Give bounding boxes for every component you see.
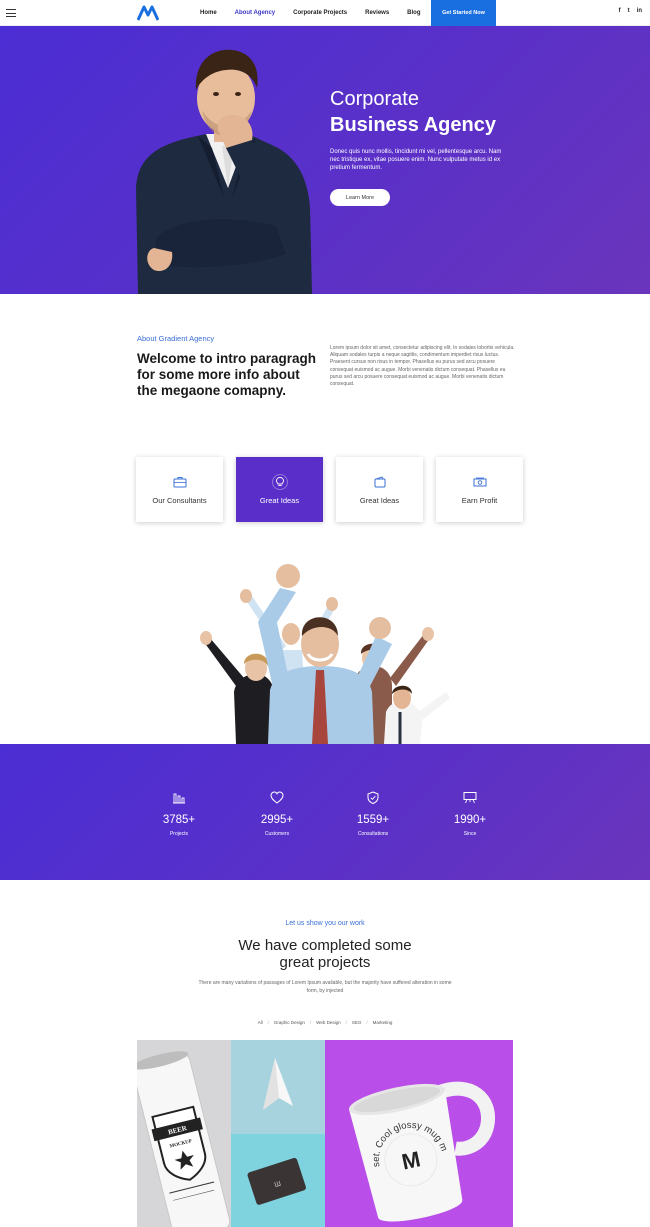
nav-reviews[interactable]: Reviews: [365, 10, 389, 16]
menu-icon[interactable]: [6, 9, 16, 17]
hero-section: Corporate Business Agency Donec quis nun…: [0, 26, 650, 294]
filter-graphic-design[interactable]: Graphic Design: [274, 1020, 305, 1025]
heart-icon: [247, 791, 307, 805]
wallet-icon: [372, 474, 388, 490]
filter-separator: /: [267, 1020, 269, 1025]
celebrating-team-image: [200, 564, 450, 744]
work-title-line2: great projects: [279, 954, 371, 971]
feature-card-great-ideas-active[interactable]: Great Ideas: [236, 457, 323, 522]
feature-card-label: Earn Profit: [461, 496, 498, 505]
shield-icon: [343, 791, 403, 805]
stat-value: 2995+: [260, 814, 294, 826]
filter-separator: /: [309, 1020, 312, 1025]
filter-all[interactable]: All: [258, 1020, 263, 1025]
stat-projects: 3785+ Projects: [149, 791, 209, 837]
work-title-line1: We have completed some: [238, 937, 412, 954]
portfolio-filters: All / Graphic Design / Web Design / SEO …: [0, 1020, 650, 1025]
portfolio-item-mug[interactable]: M set. Cool glossy mug mock-up: [325, 1040, 513, 1227]
stat-value: 3785+: [162, 814, 196, 826]
work-kicker: Let us show you our work: [285, 920, 365, 927]
feature-card-earn-profit[interactable]: Earn Profit: [436, 457, 523, 522]
twitter-icon[interactable]: t: [628, 8, 630, 14]
feature-card-consultants[interactable]: Our Consultants: [136, 457, 223, 522]
nav-home[interactable]: Home: [200, 10, 217, 16]
logo[interactable]: [137, 5, 159, 21]
lightbulb-icon: [271, 474, 288, 490]
stats-section: 3785+ Projects 2995+ Customers 1559+ Con…: [0, 744, 650, 880]
presentation-icon: [440, 791, 500, 805]
linkedin-icon[interactable]: in: [637, 8, 642, 14]
get-started-button[interactable]: Get Started Now: [431, 0, 496, 26]
stat-label: Projects: [169, 831, 189, 837]
filter-marketing[interactable]: Marketing: [373, 1020, 393, 1025]
hero-title-line2: Business Agency: [330, 114, 496, 136]
stat-label: Consultations: [357, 831, 389, 837]
work-description: There are many variations of passages of…: [198, 980, 452, 994]
about-text: Lorem ipsum dolor sit amet, consectetur …: [330, 345, 515, 388]
stat-customers: 2995+ Customers: [247, 791, 307, 837]
nav-corporate-projects[interactable]: Corporate Projects: [293, 10, 347, 16]
feature-card-label: Great Ideas: [359, 496, 400, 505]
portfolio-grid: BEER MOCKUP Ш M set. Cool glossy mug moc…: [137, 1040, 513, 1227]
hero-description: Donec quis nunc mollis, tincidunt mi vel…: [330, 149, 502, 171]
stat-since: 1990+ Since: [440, 791, 500, 837]
stat-consultations: 1559+ Consultations: [343, 791, 403, 837]
filter-seo[interactable]: SEO: [352, 1020, 362, 1025]
nav-about-agency[interactable]: About Agency: [235, 10, 275, 16]
briefcase-icon: [172, 474, 188, 490]
work-title: We have completed some great projects: [0, 937, 650, 971]
portfolio-item-paper-plane[interactable]: [231, 1040, 325, 1134]
filter-separator: /: [366, 1020, 368, 1025]
hero-businessman-image: [136, 49, 312, 294]
feature-card-label: Great Ideas: [259, 496, 300, 505]
about-title: Welcome to intro paragragh for some more…: [137, 351, 317, 398]
portfolio-item-beer-can[interactable]: BEER MOCKUP: [137, 1040, 231, 1227]
nav-blog[interactable]: Blog: [407, 10, 420, 16]
feature-card-label: Our Consultants: [152, 496, 207, 505]
hero-title-line1: Corporate: [330, 88, 419, 110]
learn-more-button[interactable]: Learn More: [330, 189, 390, 206]
stat-value: 1559+: [356, 814, 390, 826]
facebook-icon[interactable]: f: [619, 8, 621, 14]
filter-separator: /: [345, 1020, 347, 1025]
top-navbar: Home About Agency Corporate Projects Rev…: [0, 0, 650, 26]
portfolio-item-business-card[interactable]: Ш: [231, 1134, 325, 1227]
feature-cards: Our Consultants Great Ideas Great Ideas …: [136, 457, 523, 522]
bar-chart-icon: [149, 791, 209, 805]
about-kicker: About Gradient Agency: [137, 334, 215, 343]
stat-label: Customers: [264, 831, 290, 837]
stat-label: Since: [463, 831, 477, 837]
feature-card-great-ideas[interactable]: Great Ideas: [336, 457, 423, 522]
filter-web-design[interactable]: Web Design: [316, 1020, 340, 1025]
money-icon: [472, 474, 488, 490]
stat-value: 1990+: [453, 814, 487, 826]
